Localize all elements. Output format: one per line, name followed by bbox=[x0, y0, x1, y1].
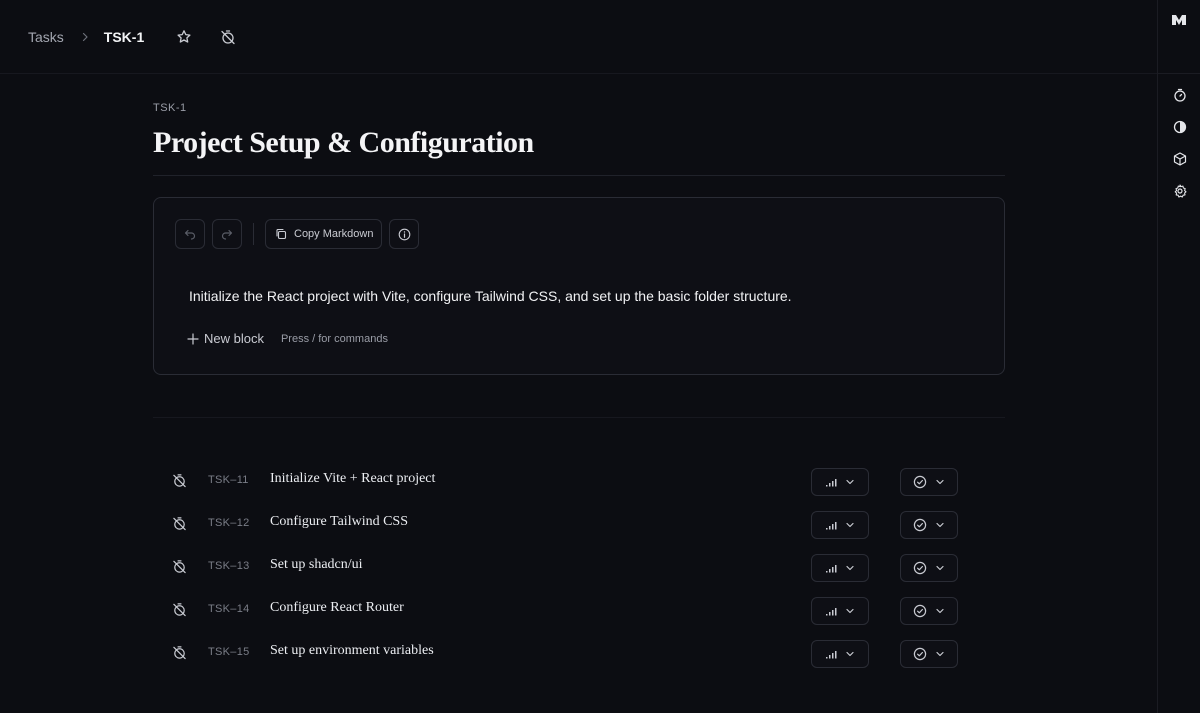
subtask-row[interactable]: TSK–12 Configure Tailwind CSS bbox=[153, 511, 1005, 554]
chevron-down-icon bbox=[936, 651, 944, 657]
chevron-down-icon bbox=[936, 565, 944, 571]
subtask-id: TSK–11 bbox=[208, 474, 249, 486]
priority-select[interactable] bbox=[811, 597, 869, 625]
subtask-title[interactable]: Configure Tailwind CSS bbox=[270, 514, 408, 530]
subtask-title[interactable]: Set up environment variables bbox=[270, 643, 434, 659]
page-title[interactable]: Project Setup & Configuration bbox=[153, 126, 534, 160]
subtask-id: TSK–13 bbox=[208, 560, 250, 572]
chevron-right-icon bbox=[80, 32, 90, 42]
chevron-down-icon bbox=[936, 608, 944, 614]
chevron-down-icon bbox=[846, 479, 854, 485]
breadcrumb-current: TSK-1 bbox=[103, 28, 145, 45]
plus-icon bbox=[187, 332, 199, 345]
chevron-down-icon bbox=[936, 479, 944, 485]
timer-off-icon[interactable] bbox=[169, 642, 189, 662]
signal-bars-icon bbox=[826, 479, 837, 487]
description-editor: Copy Markdown Initialize the React proje… bbox=[153, 197, 1005, 375]
breadcrumb-tasks-link[interactable]: Tasks bbox=[28, 29, 64, 45]
description-text[interactable]: Initialize the React project with Vite, … bbox=[189, 288, 792, 304]
priority-select[interactable] bbox=[811, 554, 869, 582]
undo-icon bbox=[184, 229, 196, 240]
package-icon[interactable] bbox=[1158, 143, 1200, 175]
priority-select[interactable] bbox=[811, 511, 869, 539]
chevron-down-icon bbox=[846, 565, 854, 571]
copy-markdown-label: Copy Markdown bbox=[294, 228, 374, 240]
subtask-row[interactable]: TSK–13 Set up shadcn/ui bbox=[153, 554, 1005, 597]
star-icon[interactable] bbox=[170, 23, 198, 51]
check-circle-icon bbox=[913, 604, 927, 618]
right-rail bbox=[1157, 0, 1200, 713]
timer-off-icon[interactable] bbox=[214, 23, 242, 51]
chevron-down-icon bbox=[846, 651, 854, 657]
signal-bars-icon bbox=[826, 522, 837, 530]
new-block-button[interactable]: New block bbox=[187, 331, 264, 346]
info-icon bbox=[398, 228, 411, 240]
subtask-title[interactable]: Initialize Vite + React project bbox=[270, 471, 435, 487]
section-divider bbox=[153, 417, 1005, 418]
top-bar: Tasks TSK-1 bbox=[0, 0, 1157, 74]
copy-icon bbox=[276, 228, 287, 240]
copy-markdown-button[interactable]: Copy Markdown bbox=[265, 219, 383, 249]
priority-select[interactable] bbox=[811, 640, 869, 668]
status-select[interactable] bbox=[900, 511, 958, 539]
subtask-id: TSK–12 bbox=[208, 517, 250, 529]
priority-select[interactable] bbox=[811, 468, 869, 496]
subtask-row[interactable]: TSK–15 Set up environment variables bbox=[153, 640, 1005, 683]
gear-icon[interactable] bbox=[1158, 175, 1200, 207]
chevron-down-icon bbox=[846, 608, 854, 614]
status-select[interactable] bbox=[900, 597, 958, 625]
logo-icon[interactable] bbox=[1158, 12, 1200, 28]
app-root: Tasks TSK-1 TSK-1 Project Setup & Config… bbox=[0, 0, 1200, 713]
subtask-title[interactable]: Configure React Router bbox=[270, 600, 404, 616]
check-circle-icon bbox=[913, 518, 927, 532]
subtask-title[interactable]: Set up shadcn/ui bbox=[270, 557, 363, 573]
subtask-row[interactable]: TSK–14 Configure React Router bbox=[153, 597, 1005, 640]
undo-button[interactable] bbox=[175, 219, 205, 249]
half-circle-icon[interactable] bbox=[1158, 111, 1200, 143]
chevron-down-icon bbox=[846, 522, 854, 528]
signal-bars-icon bbox=[826, 651, 837, 659]
check-circle-icon bbox=[913, 647, 927, 661]
subtask-id: TSK–15 bbox=[208, 646, 250, 658]
status-select[interactable] bbox=[900, 640, 958, 668]
status-select[interactable] bbox=[900, 468, 958, 496]
redo-icon bbox=[221, 229, 233, 240]
timer-icon[interactable] bbox=[1158, 79, 1200, 111]
subtask-row[interactable]: TSK–11 Initialize Vite + React project bbox=[153, 468, 1005, 511]
timer-off-icon[interactable] bbox=[169, 513, 189, 533]
timer-off-icon[interactable] bbox=[169, 556, 189, 576]
new-block-row: New block Press / for commands bbox=[187, 331, 388, 346]
timer-off-icon[interactable] bbox=[169, 599, 189, 619]
signal-bars-icon bbox=[826, 608, 837, 616]
toolbar-divider bbox=[253, 223, 254, 245]
editor-toolbar: Copy Markdown bbox=[175, 219, 420, 249]
command-hint: Press / for commands bbox=[280, 332, 388, 345]
check-circle-icon bbox=[913, 561, 927, 575]
subtask-id: TSK–14 bbox=[208, 603, 250, 615]
status-select[interactable] bbox=[900, 554, 958, 582]
info-button[interactable] bbox=[389, 219, 420, 249]
title-divider bbox=[153, 175, 1005, 176]
check-circle-icon bbox=[913, 475, 927, 489]
chevron-down-icon bbox=[936, 522, 944, 528]
signal-bars-icon bbox=[826, 565, 837, 573]
new-block-label: New block bbox=[204, 331, 264, 346]
timer-off-icon[interactable] bbox=[169, 470, 189, 490]
redo-button[interactable] bbox=[212, 219, 242, 249]
task-id: TSK-1 bbox=[153, 102, 187, 114]
subtask-list: TSK–11 Initialize Vite + React project T… bbox=[153, 468, 1005, 683]
